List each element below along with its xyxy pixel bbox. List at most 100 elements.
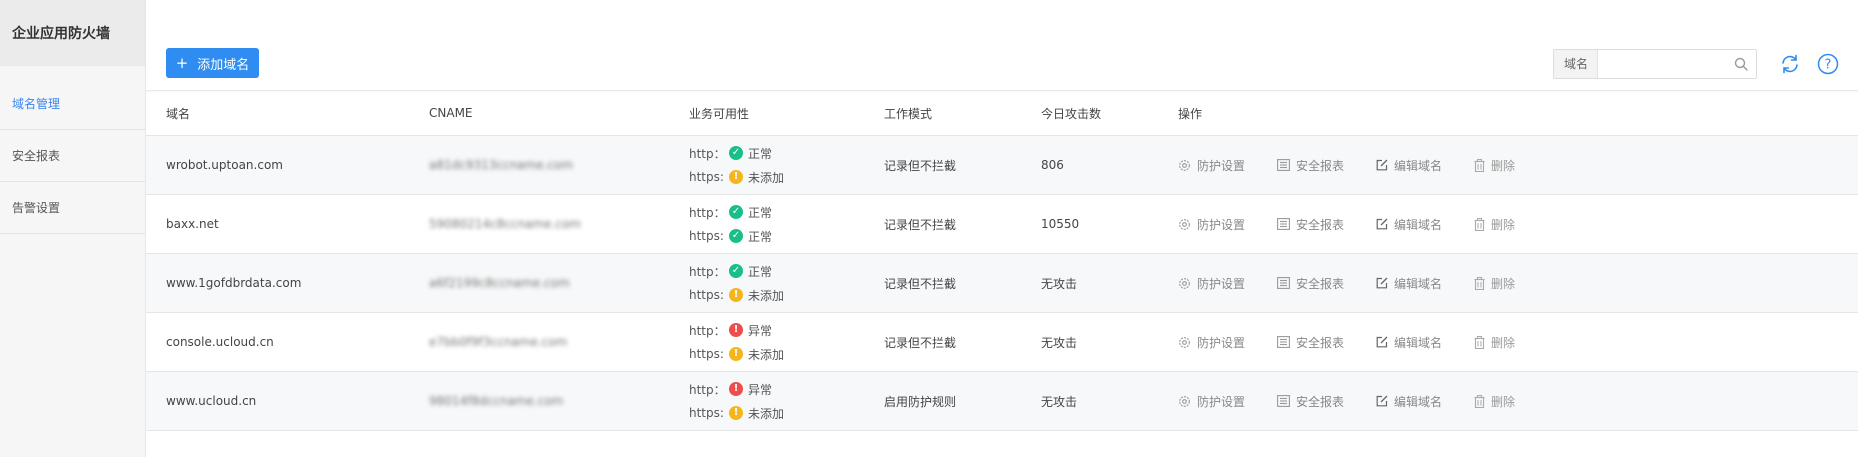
protect-settings-button[interactable]: 防护设置 [1178,275,1245,292]
attacks-cell: 无攻击 [1041,372,1077,430]
delete-button[interactable]: 删除 [1474,275,1515,292]
actions-cell: 防护设置 安全报表 编辑域名 删除 [1178,254,1547,312]
domain-cell: www.1gofdbrdata.com [166,254,301,312]
delete-button[interactable]: 删除 [1474,216,1515,233]
https-label: https: [689,288,724,302]
list-icon [1277,395,1290,407]
attacks-cell: 无攻击 [1041,313,1077,371]
http-status-icon: ✓ [729,264,743,278]
svg-text:?: ? [1825,58,1832,73]
availability-cell: http： ✓ 正常 https: ✓ 正常 [689,195,772,253]
protect-settings-button[interactable]: 防护设置 [1178,216,1245,233]
gear-icon [1179,159,1190,171]
security-report-button[interactable]: 安全报表 [1277,216,1344,233]
https-status-icon: ! [729,406,743,420]
header-availability: 业务可用性 [689,106,750,121]
https-status-text: 未添加 [748,406,785,421]
gear-icon [1179,218,1190,230]
delete-button[interactable]: 删除 [1474,157,1515,174]
trash-icon [1474,335,1485,349]
security-report-label: 安全报表 [1296,335,1345,350]
cname-cell: a6f2199c8ccname.com [429,254,570,312]
help-icon[interactable]: ? [1816,52,1840,76]
refresh-icon[interactable] [1778,52,1802,76]
add-domain-button[interactable]: + 添加域名 [166,48,259,78]
security-report-button[interactable]: 安全报表 [1277,275,1344,292]
protect-settings-label: 防护设置 [1197,394,1246,409]
edit-domain-button[interactable]: 编辑域名 [1376,275,1442,292]
http-label: http： [689,264,726,279]
edit-domain-label: 编辑域名 [1394,394,1443,409]
sidebar-item-alert-settings[interactable]: 告警设置 [0,182,145,234]
cname-text: e7bb0f9f3ccname.com [429,335,568,349]
protect-settings-button[interactable]: 防护设置 [1178,334,1245,351]
search-input[interactable] [1598,51,1730,77]
availability-cell: http： ✓ 正常 https: ! 未添加 [689,254,784,312]
edit-domain-button[interactable]: 编辑域名 [1376,393,1442,410]
edit-icon [1376,277,1388,289]
table-row: www.1gofdbrdata.com a6f2199c8ccname.com … [146,254,1858,313]
attacks-cell: 无攻击 [1041,254,1077,312]
mode-cell: 启用防护规则 [884,372,956,430]
edit-domain-label: 编辑域名 [1394,158,1443,173]
search-icon[interactable] [1730,53,1752,75]
availability-cell: http： ! 异常 https: ! 未添加 [689,313,784,371]
protect-settings-label: 防护设置 [1197,158,1246,173]
https-status: https: ! 未添加 [689,401,784,425]
table-row: baxx.net 59080214c8ccname.com http： ✓ 正常… [146,195,1858,254]
cname-cell: a81dc9313ccname.com [429,136,573,194]
delete-button[interactable]: 删除 [1474,393,1515,410]
header-domain: 域名 [166,106,191,121]
attacks-text: 无攻击 [1041,394,1078,409]
https-status-icon: ✓ [729,229,743,243]
cname-text: 98014f8dccname.com [429,394,564,408]
header-attacks: 今日攻击数 [1041,106,1102,121]
http-status-text: 正常 [748,205,773,220]
https-status: https: ! 未添加 [689,342,784,366]
trash-icon [1474,158,1485,172]
domain-text: www.1gofdbrdata.com [166,276,302,290]
https-status: https: ! 未添加 [689,165,784,189]
mode-text: 记录但不拦截 [884,158,957,173]
mode-text: 启用防护规则 [884,394,957,409]
edit-domain-button[interactable]: 编辑域名 [1376,334,1442,351]
attacks-text: 无攻击 [1041,335,1078,350]
table-header: 域名 CNAME 业务可用性 工作模式 今日攻击数 操作 [146,91,1858,136]
mode-text: 记录但不拦截 [884,276,957,291]
edit-domain-button[interactable]: 编辑域名 [1376,157,1442,174]
attacks-cell: 10550 [1041,195,1079,253]
cname-text: a81dc9313ccname.com [429,158,574,172]
https-status-text: 未添加 [748,170,785,185]
security-report-button[interactable]: 安全报表 [1277,157,1344,174]
security-report-label: 安全报表 [1296,276,1345,291]
cname-cell: 59080214c8ccname.com [429,195,581,253]
https-status: https: ! 未添加 [689,283,784,307]
edit-domain-button[interactable]: 编辑域名 [1376,216,1442,233]
http-status-text: 异常 [748,323,773,338]
header-actions: 操作 [1178,106,1203,121]
protect-settings-button[interactable]: 防护设置 [1178,393,1245,410]
http-label: http： [689,146,726,161]
sidebar-item-domain-management[interactable]: 域名管理 [0,78,145,130]
sidebar-item-security-report[interactable]: 安全报表 [0,130,145,182]
delete-button[interactable]: 删除 [1474,334,1515,351]
http-label: http： [689,323,726,338]
https-label: https: [689,170,724,184]
table-row: wrobot.uptoan.com a81dc9313ccname.com ht… [146,136,1858,195]
mode-cell: 记录但不拦截 [884,195,956,253]
availability-cell: http： ! 异常 https: ! 未添加 [689,372,784,430]
https-status: https: ✓ 正常 [689,224,772,248]
actions-cell: 防护设置 安全报表 编辑域名 删除 [1178,136,1547,194]
trash-icon [1474,276,1485,290]
protect-settings-button[interactable]: 防护设置 [1178,157,1245,174]
http-status-icon: ✓ [729,205,743,219]
gear-icon [1179,336,1190,348]
actions-cell: 防护设置 安全报表 编辑域名 删除 [1178,195,1547,253]
http-status-text: 正常 [748,264,773,279]
https-status-text: 未添加 [748,347,785,362]
security-report-button[interactable]: 安全报表 [1277,334,1344,351]
http-status: http： ! 异常 [689,318,772,342]
https-label: https: [689,406,724,420]
security-report-button[interactable]: 安全报表 [1277,393,1344,410]
mode-cell: 记录但不拦截 [884,254,956,312]
